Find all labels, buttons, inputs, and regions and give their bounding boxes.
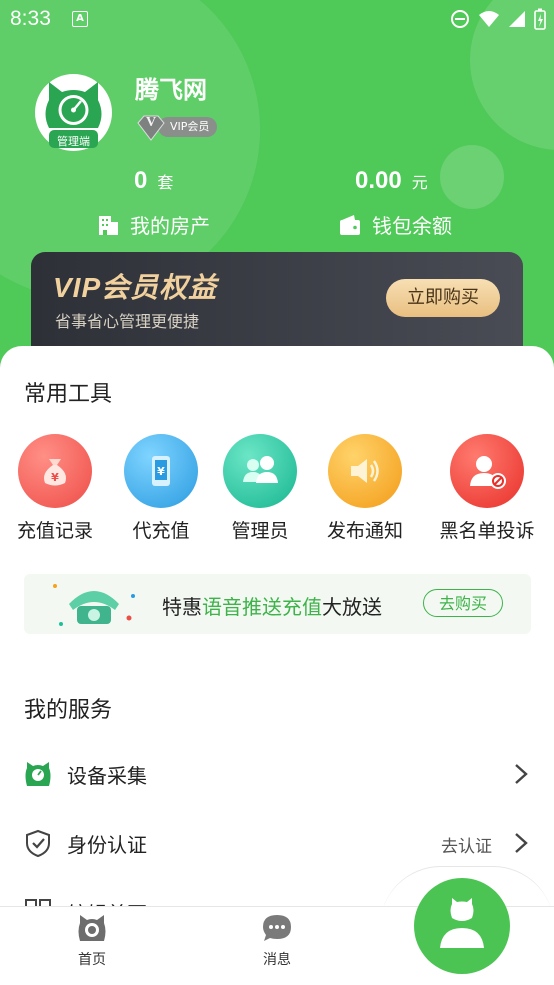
tool-label: 充值记录 <box>16 520 93 542</box>
content-panel: 常用工具 ¥ 充值记录 ¥ 代充值 管理员 发布通知 黑名单投诉 特惠语音推送充… <box>0 346 554 926</box>
my-property-label: 我的房产 <box>130 214 210 238</box>
my-property-link[interactable]: 我的房产 <box>96 210 210 239</box>
status-bar: 8:33 A <box>0 0 554 38</box>
vip-badge[interactable]: V VIP会员 <box>136 112 218 142</box>
property-unit: 套 <box>157 173 174 192</box>
promo-text: 特惠语音推送充值大放送 <box>162 591 382 620</box>
vip-label: VIP会员 <box>158 117 218 137</box>
tab-home-label: 首页 <box>78 952 106 968</box>
decor-circle <box>440 145 504 209</box>
buy-now-button[interactable]: 立即购买 <box>386 279 500 317</box>
go-verify-hint: 去认证 <box>441 837 492 857</box>
tab-messages[interactable]: 消息 <box>237 913 317 969</box>
vip-card-title: VIP会员权益 <box>53 272 218 303</box>
money-bag-icon: ¥ <box>18 434 92 508</box>
tool-proxy-recharge[interactable]: ¥ 代充值 <box>106 434 216 543</box>
service-label: 身份认证 <box>67 833 147 857</box>
service-label: 设备采集 <box>67 764 147 788</box>
wifi-icon <box>479 11 499 27</box>
wallet-stat[interactable]: 0.00 元 <box>355 167 428 195</box>
shield-check-icon <box>26 829 50 857</box>
tab-messages-label: 消息 <box>263 952 291 968</box>
user-cat-icon <box>440 898 484 948</box>
promo-suffix: 大放送 <box>322 595 382 619</box>
tab-home[interactable]: 首页 <box>52 913 132 969</box>
promo-highlight: 语音推送充值 <box>202 595 322 619</box>
service-identity-verification[interactable]: 身份认证 去认证 <box>0 813 554 873</box>
svg-text:¥: ¥ <box>51 471 59 484</box>
home-cat-icon <box>78 915 106 941</box>
wallet-balance-link[interactable]: 钱包余额 <box>338 210 452 239</box>
tool-label: 黑名单投诉 <box>439 520 535 542</box>
services-section-title: 我的服务 <box>24 698 113 723</box>
phone-yuan-icon: ¥ <box>124 434 198 508</box>
avatar[interactable]: 管理端 <box>35 74 112 151</box>
status-icons <box>450 8 546 30</box>
wallet-balance-label: 钱包余额 <box>372 214 452 238</box>
tool-recharge-records[interactable]: ¥ 充值记录 <box>0 434 110 543</box>
tool-label: 管理员 <box>231 520 289 542</box>
status-time: 8:33 <box>10 7 51 30</box>
avatar-label: 管理端 <box>57 135 90 148</box>
wallet-unit: 元 <box>411 173 428 192</box>
cat-gauge-icon <box>25 762 51 786</box>
tool-label: 代充值 <box>132 520 190 542</box>
profile-fab-button[interactable] <box>414 878 510 974</box>
tool-publish-notice[interactable]: 发布通知 <box>310 434 420 543</box>
dnd-icon <box>451 10 469 28</box>
promo-banner[interactable]: 特惠语音推送充值大放送 去购买 <box>24 574 531 634</box>
signal-icon <box>509 11 525 27</box>
chevron-right-icon <box>515 764 528 784</box>
vip-gem-letter: V <box>145 115 157 130</box>
username: 腾飞网 <box>135 77 207 104</box>
go-buy-button[interactable]: 去购买 <box>423 589 503 617</box>
battery-icon <box>534 8 546 30</box>
svg-text:¥: ¥ <box>157 465 165 478</box>
vip-benefits-card[interactable]: VIP会员权益 省事省心管理更便捷 立即购买 <box>31 252 523 352</box>
tool-label: 发布通知 <box>326 520 403 542</box>
promo-prefix: 特惠 <box>162 595 202 619</box>
tool-blacklist-complaint[interactable]: 黑名单投诉 <box>432 434 542 543</box>
vip-card-subtitle: 省事省心管理更便捷 <box>55 312 200 331</box>
wallet-icon <box>340 214 360 235</box>
user-block-icon <box>450 434 524 508</box>
wallet-amount: 0.00 <box>355 167 402 194</box>
property-count: 0 <box>134 167 148 194</box>
chevron-right-icon <box>515 833 528 853</box>
building-icon <box>99 215 118 235</box>
property-stat[interactable]: 0套 <box>134 167 173 195</box>
telephone-confetti-icon <box>53 584 135 626</box>
vip-gem-icon: V <box>136 112 166 142</box>
chat-bubble-icon <box>263 915 291 941</box>
users-icon <box>223 434 297 508</box>
speaker-icon <box>328 434 402 508</box>
tools-section-title: 常用工具 <box>24 382 113 407</box>
tool-administrators[interactable]: 管理员 <box>205 434 315 543</box>
service-device-collection[interactable]: 设备采集 <box>0 744 554 804</box>
notification-a-icon: A <box>72 11 88 27</box>
